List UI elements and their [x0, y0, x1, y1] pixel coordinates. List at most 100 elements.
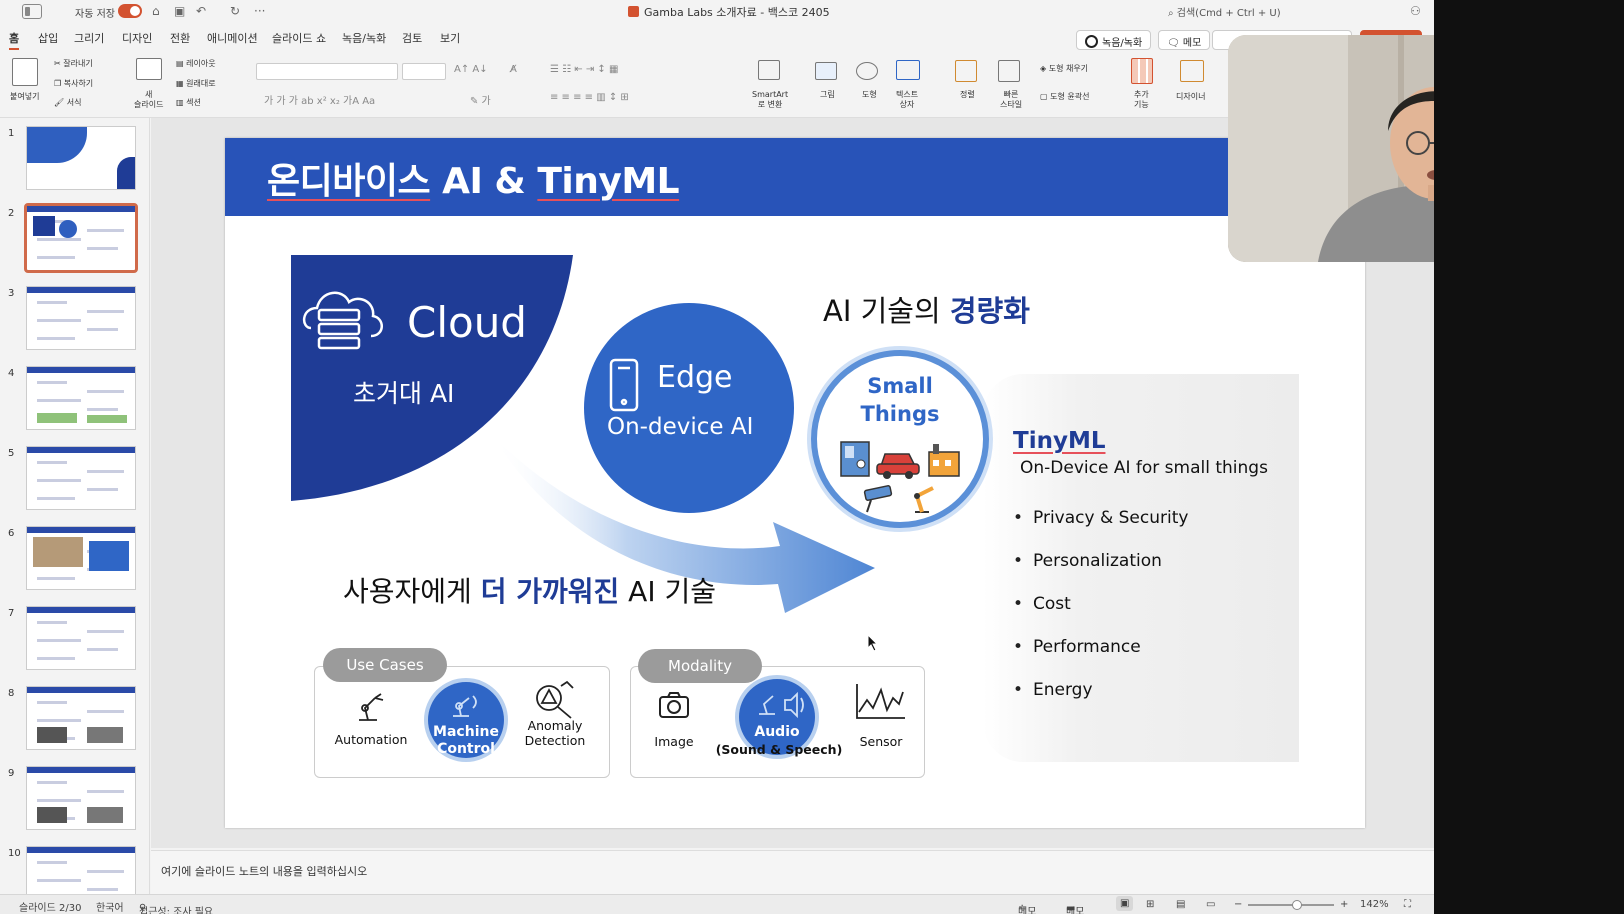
tab-view[interactable]: 보기 [440, 30, 460, 46]
slide-thumbnail[interactable] [26, 606, 136, 670]
copy-button[interactable]: ❐ 복사하기 [54, 79, 93, 89]
brush-icon: 🖌 [54, 98, 67, 107]
zoom-slider-thumb[interactable] [1292, 900, 1302, 910]
comments-toggle-label: 메모 [1066, 907, 1085, 914]
section-button[interactable]: ▥ 섹션 [176, 98, 201, 108]
picture-icon[interactable] [815, 62, 837, 80]
webcam-person-image [1228, 35, 1434, 262]
slide-canvas[interactable]: 온디바이스 AI & TinyML Cloud 초거대 AI Edge On-d… [225, 138, 1365, 828]
slide-thumbnail[interactable] [26, 446, 136, 510]
search-placeholder: 검색(Cmd + Ctrl + U) [1176, 8, 1281, 19]
save-icon[interactable]: ▣ [174, 4, 185, 18]
comment-icon: 🗨 [1167, 38, 1183, 49]
textbox-icon[interactable] [896, 60, 920, 80]
layout-label: 레이아웃 [186, 59, 216, 68]
slide-thumbnail[interactable] [26, 286, 136, 350]
shape-outline-label: 도형 윤곽선 [1050, 92, 1090, 101]
autosave-label: 자동 저장 [75, 9, 115, 20]
anomaly-detection-icon [536, 680, 574, 719]
thumbnail-number: 6 [8, 528, 15, 539]
fridge-icon [840, 441, 870, 477]
language-indicator[interactable]: 한국어 [96, 899, 124, 914]
more-icon[interactable]: ··· [254, 4, 265, 18]
quick-styles-icon[interactable] [998, 60, 1020, 82]
new-slide-icon[interactable] [136, 58, 162, 80]
notes-toggle-label: 메모 [1018, 907, 1037, 914]
tab-transitions[interactable]: 전환 [170, 30, 190, 46]
smartart-icon[interactable] [758, 60, 780, 80]
slide-thumbnail[interactable] [26, 126, 136, 190]
tab-design[interactable]: 디자인 [122, 30, 152, 46]
align-icons[interactable]: ≡ ≡ ≡ ≡ ▥ ↕ ⊞ [550, 92, 629, 103]
tab-animations[interactable]: 애니메이션 [207, 30, 258, 46]
section-icon: ▥ [176, 98, 187, 107]
sidebar-toggle-icon[interactable] [22, 4, 42, 19]
tab-review[interactable]: 검토 [402, 30, 422, 46]
memo-button[interactable]: 🗨 메모 [1158, 30, 1211, 50]
thumbnail-number: 1 [8, 128, 15, 139]
home-icon[interactable]: ⌂ [152, 4, 160, 18]
tab-insert[interactable]: 삽입 [38, 30, 58, 46]
screen-share-margin [1434, 0, 1624, 914]
reset-button[interactable]: ▦ 원래대로 [176, 79, 216, 89]
slide-sorter-icon[interactable]: ⊞ [1146, 899, 1154, 910]
tab-slideshow[interactable]: 슬라이드 쇼 [272, 30, 326, 46]
format-painter-button[interactable]: 🖌 서식 [54, 98, 81, 108]
font-style-icons[interactable]: 가 가 가 ab x² x₂ 가A Aa [264, 92, 375, 107]
shapes-icon[interactable] [856, 62, 878, 80]
quick-styles-label: 빠른 스타일 [1000, 90, 1023, 109]
slide-thumbnail[interactable] [26, 366, 136, 430]
slideshow-icon[interactable]: ▭ [1206, 899, 1215, 910]
record-button[interactable]: 녹음/녹화 [1076, 30, 1152, 50]
shape-fill-label: 도형 채우기 [1048, 64, 1089, 73]
font-family-select[interactable] [256, 63, 398, 80]
shape-fill-button[interactable]: ◈ 도형 채우기 [1040, 64, 1088, 74]
fit-slide-icon[interactable]: ⛶ [1404, 899, 1411, 910]
search-field[interactable]: ⌕ 검색(Cmd + Ctrl + U) [1168, 4, 1281, 19]
addins-icon[interactable] [1131, 58, 1153, 84]
machine-control-label: Machine Control [433, 724, 499, 757]
slide-thumbnail[interactable] [26, 526, 136, 590]
reading-view-icon[interactable]: ▤ [1176, 899, 1185, 910]
slide-thumbnail[interactable] [24, 203, 138, 273]
tab-recording[interactable]: 녹음/녹화 [342, 30, 386, 46]
sensor-wave-icon [856, 684, 905, 719]
font-size-select[interactable] [402, 63, 446, 80]
bullets-icon[interactable]: ☰ ☷ ⇤ ⇥ ↕ ▦ [550, 64, 618, 75]
zoom-level[interactable]: 142% [1360, 899, 1389, 910]
slide-thumbnail[interactable] [26, 766, 136, 830]
layout-button[interactable]: ▤ 레이아웃 [176, 59, 216, 69]
thumbnail-number: 8 [8, 688, 15, 699]
search-icon: ⌕ [1168, 8, 1177, 19]
headline-closer: 사용자에게 더 가까워진 AI 기술 [343, 570, 716, 610]
addins-label: 추가 기능 [1134, 90, 1149, 109]
highlight-icon[interactable]: ✎ 가 [470, 92, 491, 107]
tab-draw[interactable]: 그리기 [74, 30, 104, 46]
record-button-label: 녹음/녹화 [1102, 38, 1143, 49]
cut-button[interactable]: ✂ 잘라내기 [54, 59, 93, 69]
tab-home[interactable]: 홈 [9, 30, 20, 50]
zoom-slider[interactable] [1248, 900, 1334, 910]
share-people-icon[interactable]: ⚇ [1410, 4, 1421, 18]
speaker-notes-field[interactable]: 여기에 슬라이드 노트의 내용을 입력하십시오 [151, 850, 1434, 894]
grow-font-icon[interactable]: A↑ A↓ [454, 64, 488, 75]
undo-icon[interactable]: ↶ [196, 4, 206, 18]
slide-thumbnail[interactable] [26, 686, 136, 750]
arrange-icon[interactable] [955, 60, 977, 82]
slide-thumbnail[interactable] [26, 846, 136, 894]
autosave-toggle[interactable] [118, 4, 142, 18]
headline-closer-part2: 더 가까워진 [480, 575, 620, 608]
cloud-title: Cloud [407, 298, 527, 347]
redo-icon[interactable]: ↻ [230, 4, 240, 18]
cut-label: 잘라내기 [63, 59, 93, 68]
designer-icon[interactable] [1180, 60, 1204, 82]
document-title-text: Gamba Labs 소개자료 - 백스코 2405 [644, 6, 830, 19]
thumbnail-number: 3 [8, 288, 15, 299]
clear-format-icon[interactable]: A̸ [510, 64, 517, 75]
shape-outline-button[interactable]: ▢ 도형 윤곽선 [1040, 92, 1089, 102]
paste-icon[interactable] [12, 58, 38, 86]
edge-circle [584, 303, 794, 513]
normal-view-icon[interactable]: ▣ [1116, 896, 1134, 911]
zoom-in-icon[interactable]: + [1340, 899, 1348, 910]
zoom-out-icon[interactable]: − [1234, 899, 1242, 910]
